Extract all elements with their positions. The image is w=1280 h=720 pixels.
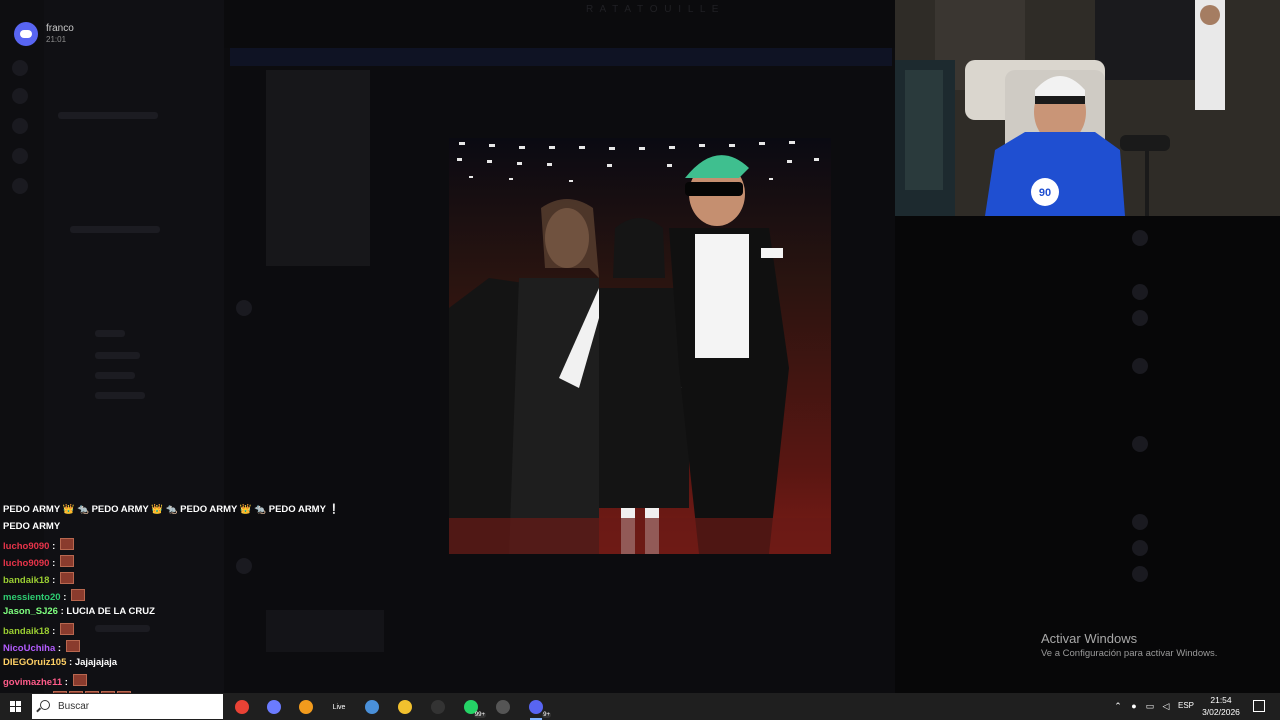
chat-username[interactable]: DIEGOruiz105: [3, 657, 66, 668]
discord-icon[interactable]: 9+: [525, 696, 551, 720]
live-icon[interactable]: Live: [328, 696, 350, 718]
file-explorer-icon[interactable]: [394, 696, 416, 718]
volume-icon[interactable]: ◁: [1161, 701, 1171, 711]
chat-separator: :: [55, 643, 64, 654]
chat-message: bandaik18 :: [3, 623, 74, 637]
language-indicator[interactable]: ESP: [1178, 701, 1194, 710]
notification-center-icon[interactable]: [1253, 700, 1265, 712]
network-icon[interactable]: ▭: [1145, 701, 1155, 711]
start-button[interactable]: [0, 693, 32, 720]
chat-separator: :: [62, 677, 71, 688]
chat-username[interactable]: lucho9090: [3, 541, 49, 552]
svg-text:90: 90: [1039, 187, 1051, 199]
show-hidden-icons-icon[interactable]: ⌃: [1113, 701, 1123, 711]
chat-message: PEDO ARMY: [3, 521, 60, 532]
app-badge: 99+: [473, 712, 486, 718]
clock-time: 21:54: [1210, 695, 1232, 705]
chat-message: DIEGOruiz105 : Jajajajaja: [3, 657, 117, 668]
notification-time: 21:01: [46, 35, 67, 44]
notepad-icon[interactable]: [361, 696, 383, 718]
fl-studio-icon[interactable]: [295, 696, 317, 718]
obs-icon[interactable]: [427, 696, 449, 718]
chat-message: lucho9090 :: [3, 555, 74, 569]
chat-text: LUCIA DE LA CRUZ: [66, 606, 155, 617]
chat-separator: :: [49, 541, 58, 552]
chat-message: NicoUchiha :: [3, 640, 80, 654]
background-server-title: R A T A T O U I L L E: [586, 4, 721, 15]
webcam-overlay: 90: [895, 0, 1280, 216]
chat-username[interactable]: bandaik18: [3, 575, 49, 586]
chat-separator: :: [49, 575, 58, 586]
chat-separator: :: [49, 558, 58, 569]
chat-message: bandaik18 :: [3, 572, 74, 586]
chat-emote-icon: [59, 538, 74, 550]
whatsapp-icon[interactable]: 99+: [460, 696, 486, 718]
search-placeholder: Buscar: [58, 701, 90, 712]
chat-separator: :: [66, 657, 75, 668]
chat-emote-icon: [59, 555, 74, 567]
app-badge: 9+: [542, 712, 551, 718]
chrome-icon[interactable]: [231, 696, 253, 718]
search-icon: [40, 700, 50, 710]
chat-emote-icon: [59, 572, 74, 584]
activate-windows-title: Activar Windows: [1041, 631, 1138, 646]
chat-username[interactable]: Jason_SJ26: [3, 606, 58, 617]
chat-separator: :: [49, 626, 58, 637]
chat-username[interactable]: lucho9090: [3, 558, 49, 569]
chat-message: Jason_SJ26 : LUCIA DE LA CRUZ: [3, 606, 155, 617]
chat-username[interactable]: govimazhe11: [3, 677, 62, 688]
media-player-icon[interactable]: [492, 696, 514, 718]
discord-icon: [14, 22, 38, 46]
clock[interactable]: 21:54 3/02/2026: [1198, 694, 1244, 718]
windows-logo-icon: [10, 701, 22, 713]
taskbar: Buscar Live 99+ 9+ ⌃ ● ▭ ◁ ESP 21:54 3/02/…: [0, 693, 1280, 720]
app-label: Live: [332, 703, 346, 711]
taskbar-search[interactable]: Buscar: [32, 694, 223, 719]
chat-text: Jajajajaja: [74, 657, 118, 668]
chat-message: lucho9090 :: [3, 538, 74, 552]
notification-user: franco: [46, 23, 74, 34]
chat-username[interactable]: bandaik18: [3, 626, 49, 637]
chat-text: PEDO ARMY: [3, 521, 61, 532]
clock-date: 3/02/2026: [1202, 707, 1240, 717]
chat-username[interactable]: messiento20: [3, 592, 61, 603]
activate-windows-subtitle: Ve a Configuración para activar Windows.: [1041, 648, 1218, 659]
shared-photo: [449, 138, 831, 554]
chat-text: PEDO ARMY 👑 🐀 PEDO ARMY 👑 🐀 PEDO ARMY 👑 …: [3, 504, 341, 515]
chat-separator: :: [60, 592, 70, 603]
chat-emote-icon: [72, 674, 87, 686]
chat-emote-icon: [71, 589, 86, 601]
chat-message: PEDO ARMY 👑 🐀 PEDO ARMY 👑 🐀 PEDO ARMY 👑 …: [3, 504, 340, 515]
chat-message: messiento20 :: [3, 589, 86, 603]
chat-message: govimazhe11 :: [3, 674, 87, 688]
chat-emote-icon: [59, 623, 74, 635]
microphone-icon[interactable]: ●: [1129, 701, 1139, 711]
chat-username[interactable]: NicoUchiha: [3, 643, 55, 654]
copilot-icon[interactable]: [263, 696, 285, 718]
discord-notification[interactable]: franco 21:01: [12, 20, 132, 48]
chat-emote-icon: [65, 640, 80, 652]
